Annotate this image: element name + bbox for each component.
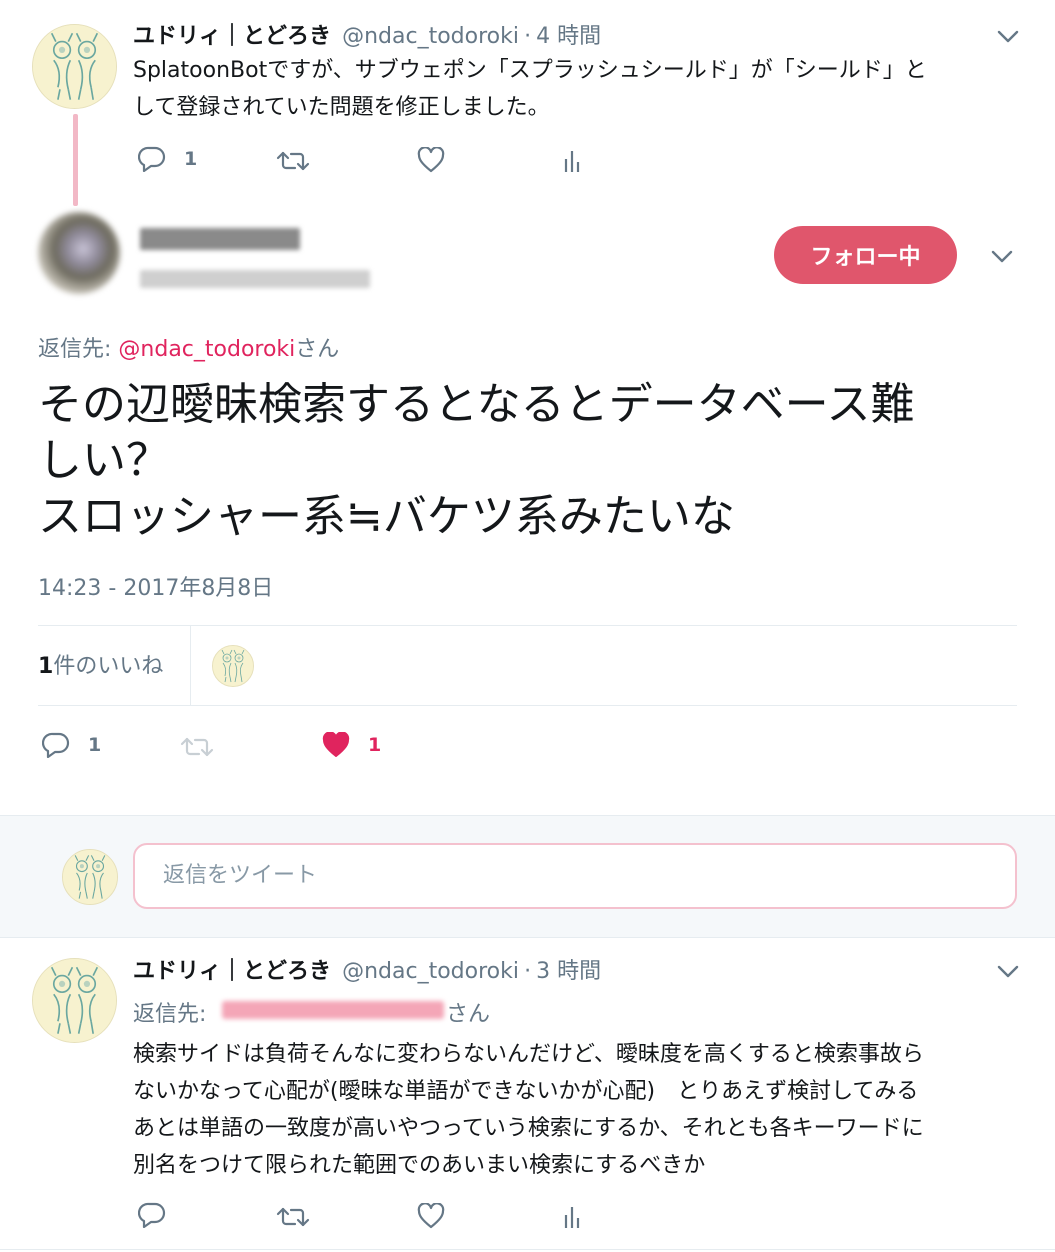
- analytics-action[interactable]: [562, 1205, 582, 1229]
- retweet-action: [180, 735, 214, 759]
- reply-count: 1: [88, 734, 102, 756]
- like-action[interactable]: 1: [322, 732, 381, 758]
- likes-label: 件のいいね: [53, 654, 164, 679]
- reply-to: 返信先: @ndac_todorokiさん: [38, 331, 339, 363]
- tweet-line: SplatoonBotですが、サブウェポン「スプラッシュシールド」が「シールド」…: [133, 58, 927, 83]
- reply-to-prefix: 返信先:: [133, 1002, 207, 1027]
- chevron-down-icon[interactable]: [997, 30, 1019, 44]
- divider: [38, 625, 1017, 626]
- like-count: 1: [368, 734, 382, 756]
- avatar[interactable]: [32, 24, 117, 109]
- separator: ·: [524, 959, 532, 984]
- chevron-down-icon[interactable]: [997, 965, 1019, 979]
- heart-filled-icon: [322, 732, 350, 758]
- user-name[interactable]: ユドリィ｜とどろき: [133, 24, 331, 49]
- tweet-line: ないかなって心配が(曖昧な単語ができないかが心配) とりあえず検討してみる: [133, 1079, 919, 1104]
- likes-stat[interactable]: 1件のいいね: [38, 648, 163, 680]
- retweet-action[interactable]: [276, 1205, 310, 1229]
- reply-to-prefix: 返信先:: [38, 337, 119, 362]
- chevron-down-icon[interactable]: [991, 250, 1013, 264]
- main-tweet-text: その辺曖昧検索するとなるとデータベース難 しい？ スロッシャー系≒バケツ系みたい…: [38, 377, 1028, 545]
- analytics-icon: [562, 149, 582, 173]
- reply-to-suffix: さん: [295, 337, 340, 362]
- reply-to-suffix: さん: [446, 1002, 491, 1027]
- avatar-image: [213, 646, 253, 686]
- blurred-reply-handle[interactable]: [222, 1001, 444, 1019]
- reply-count: 1: [184, 148, 198, 170]
- avatar-image: [33, 959, 116, 1042]
- tweet-line: 検索サイドは負荷そんなに変わらないんだけど、曖昧度を高くすると検索事故ら: [133, 1042, 924, 1067]
- reply-input[interactable]: 返信をツイート: [133, 843, 1017, 909]
- following-button[interactable]: フォロー中: [774, 226, 957, 284]
- avatar[interactable]: [38, 212, 120, 294]
- reply-to-handle[interactable]: @ndac_todoroki: [118, 337, 295, 362]
- reply-icon: [138, 146, 166, 172]
- heart-icon: [417, 1203, 445, 1229]
- heart-icon: [417, 147, 445, 173]
- reply-to: 返信先:: [133, 996, 206, 1028]
- tweet-text: 検索サイドは負荷そんなに変わらないんだけど、曖昧度を高くすると検索事故ら ないか…: [133, 1036, 1033, 1184]
- analytics-action[interactable]: [562, 149, 582, 173]
- retweet-action[interactable]: [276, 149, 310, 173]
- avatar-image: [33, 25, 116, 108]
- reply-icon: [42, 732, 70, 758]
- tweet-line: して登録されていた問題を修正しました。: [133, 95, 550, 120]
- tweet-line: あとは単語の一致度が高いやつっていう検索にするか、それとも各キーワードに: [133, 1116, 924, 1141]
- reply-action[interactable]: 1: [42, 732, 101, 758]
- blurred-user-handle: [140, 270, 370, 288]
- tweet-line: その辺曖昧検索するとなるとデータベース難: [38, 379, 915, 430]
- tweet-header: ユドリィ｜とどろき @ndac_todoroki · 3 時間: [133, 953, 601, 985]
- divider: [0, 1249, 1055, 1250]
- separator: ·: [524, 24, 532, 49]
- tweet-line: しい？: [38, 435, 170, 486]
- tweet-time[interactable]: 3 時間: [536, 959, 601, 984]
- analytics-icon: [562, 1205, 582, 1229]
- tweet-line: スロッシャー系≒バケツ系みたいな: [38, 491, 735, 542]
- user-handle[interactable]: @ndac_todoroki: [342, 959, 519, 984]
- user-name[interactable]: ユドリィ｜とどろき: [133, 959, 331, 984]
- reply-icon: [138, 1202, 166, 1228]
- retweet-icon: [180, 735, 214, 759]
- retweet-icon: [276, 1205, 310, 1229]
- retweet-icon: [276, 149, 310, 173]
- reply-action[interactable]: [138, 1202, 166, 1228]
- avatar-image: [63, 850, 117, 904]
- tweet-timestamp[interactable]: 14:23 - 2017年8月8日: [38, 570, 273, 602]
- likes-number: 1: [38, 654, 54, 679]
- tweet-header: ユドリィ｜とどろき @ndac_todoroki · 4 時間: [133, 18, 601, 50]
- like-action[interactable]: [417, 1203, 445, 1229]
- avatar[interactable]: [62, 849, 118, 905]
- thread-line: [73, 114, 78, 206]
- tweet-text: SplatoonBotですが、サブウェポン「スプラッシュシールド」が「シールド」…: [133, 52, 1023, 126]
- user-handle[interactable]: @ndac_todoroki: [342, 24, 519, 49]
- blurred-user-name: [140, 228, 300, 250]
- divider: [38, 705, 1017, 706]
- reply-action[interactable]: 1: [138, 146, 197, 172]
- like-action[interactable]: [417, 147, 445, 173]
- avatar[interactable]: [32, 958, 117, 1043]
- liker-avatar[interactable]: [212, 645, 254, 687]
- stat-divider: [190, 625, 191, 705]
- tweet-line: 別名をつけて限られた範囲でのあいまい検索にするべきか: [133, 1153, 706, 1178]
- tweet-time[interactable]: 4 時間: [536, 24, 601, 49]
